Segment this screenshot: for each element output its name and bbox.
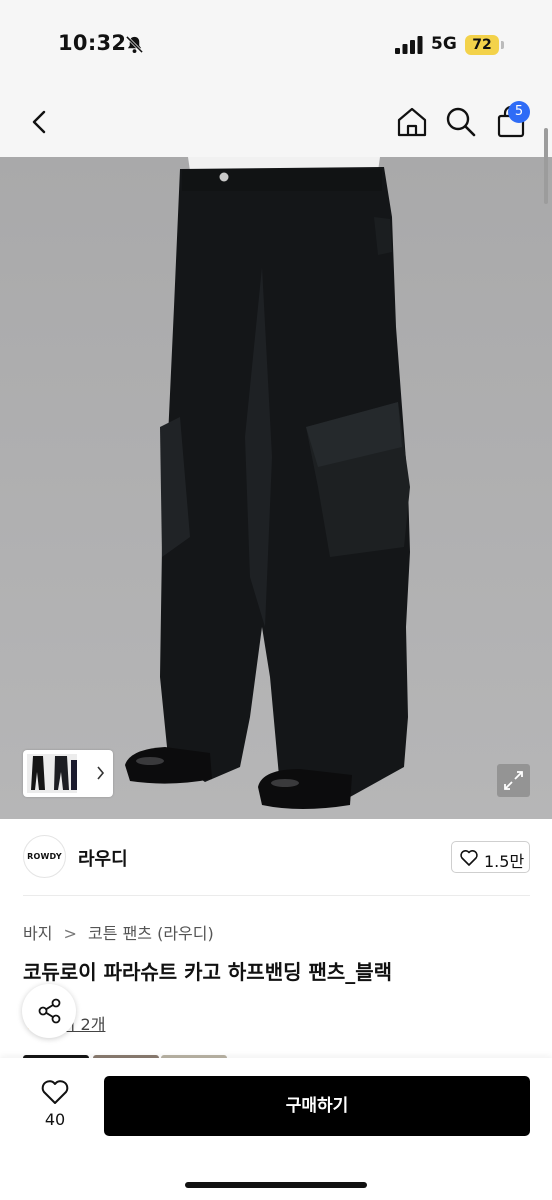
brand-like-count: 1.5만	[484, 852, 525, 871]
expand-image-button[interactable]	[497, 764, 530, 797]
buy-button[interactable]: 구매하기	[104, 1076, 530, 1136]
back-button[interactable]	[25, 106, 55, 138]
product-detail-page: 10:32 5G 72 5 ROWDY 라우디 1.5만 바지 > 코튼 팬츠 …	[0, 0, 552, 1200]
bell-off-icon	[125, 35, 144, 54]
product-photo	[0, 157, 552, 819]
product-image[interactable]	[0, 157, 552, 819]
heart-icon	[41, 1080, 69, 1104]
breadcrumb: 바지 > 코튼 팬츠 (라우디)	[23, 920, 214, 944]
search-button[interactable]	[444, 105, 478, 139]
heart-icon	[460, 850, 478, 866]
chevron-right-icon: >	[63, 924, 77, 943]
image-thumbnail-strip[interactable]	[23, 750, 113, 797]
brand-name[interactable]: 라우디	[78, 845, 128, 871]
product-title: 코듀로이 파라슈트 카고 하프밴딩 팬츠_블랙	[23, 960, 393, 984]
network-type: 5G	[431, 34, 457, 54]
share-icon	[38, 998, 61, 1024]
battery-cap	[501, 41, 504, 49]
bottom-action-bar: 40 구매하기	[0, 1058, 552, 1200]
cart-count-badge: 5	[508, 101, 530, 123]
home-button[interactable]	[395, 105, 429, 139]
thumbnail-preview	[27, 754, 105, 793]
brand-logo[interactable]: ROWDY	[23, 835, 66, 878]
scroll-indicator	[544, 128, 548, 204]
battery-level: 72	[472, 37, 492, 53]
brand-like-button[interactable]: 1.5만	[451, 841, 530, 873]
status-time: 10:32	[58, 31, 127, 55]
wishlist-button[interactable]: 40	[27, 1076, 83, 1136]
divider	[23, 895, 530, 896]
breadcrumb-item-subcategory[interactable]: 코튼 팬츠 (라우디)	[88, 924, 214, 943]
breadcrumb-item-category[interactable]: 바지	[23, 924, 52, 943]
signal-icon	[395, 36, 423, 54]
status-bar: 10:32 5G 72	[0, 0, 552, 90]
home-indicator	[185, 1182, 367, 1188]
share-button[interactable]	[22, 984, 76, 1038]
app-header	[0, 90, 552, 157]
wishlist-count: 40	[44, 1110, 66, 1129]
battery-indicator: 72	[465, 35, 499, 55]
